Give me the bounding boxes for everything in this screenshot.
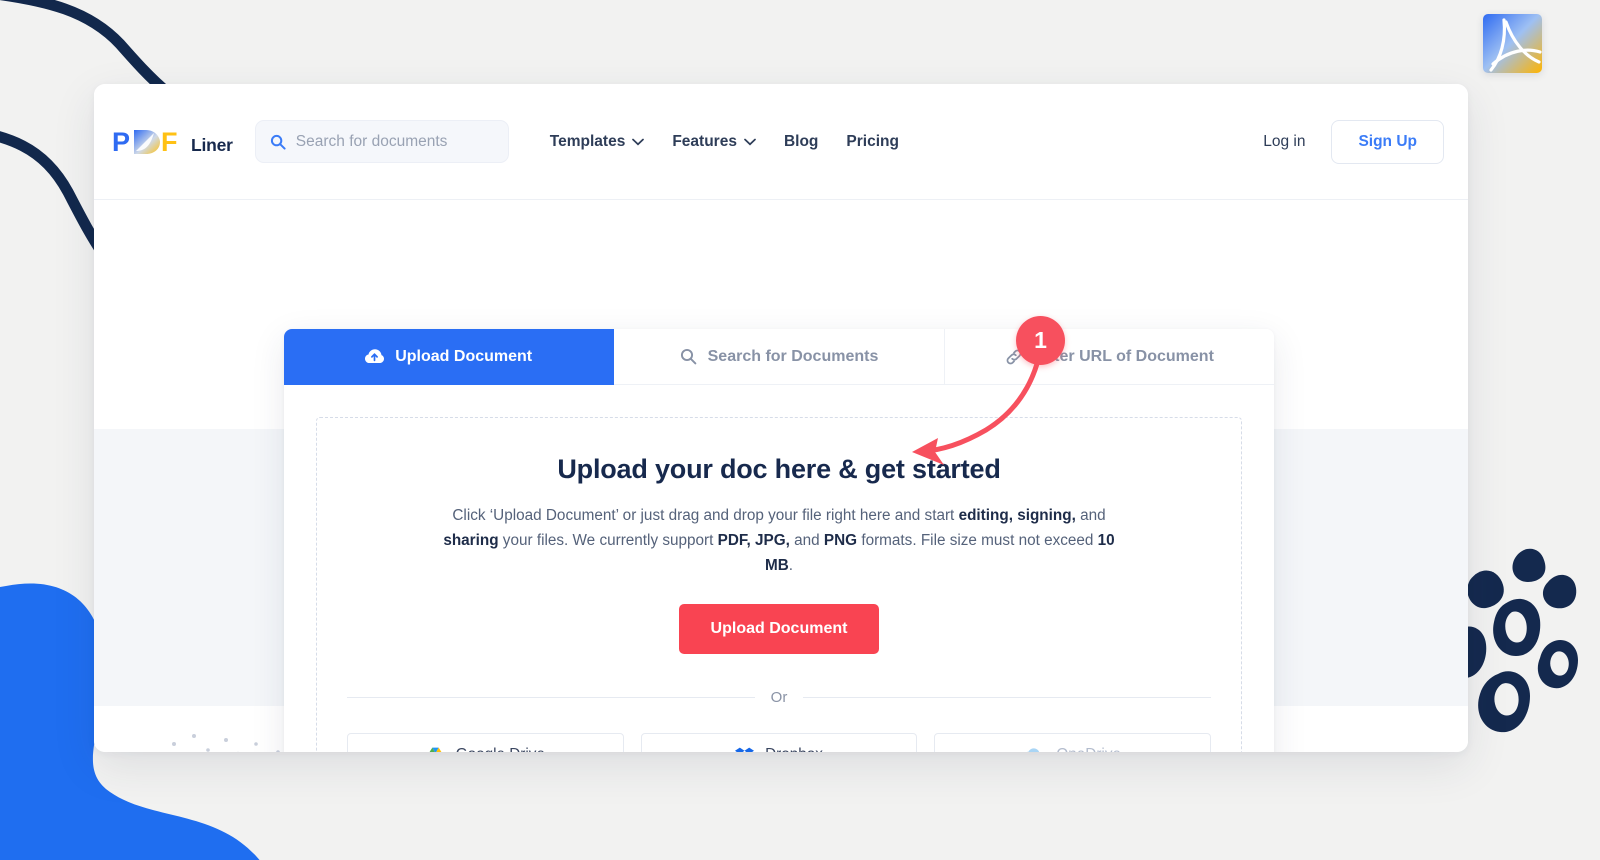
upload-document-button[interactable]: Upload Document bbox=[678, 604, 880, 654]
tab-label: Upload Document bbox=[395, 347, 533, 365]
pdfliner-logo[interactable]: P F Liner bbox=[112, 127, 233, 157]
tab-search-for-documents[interactable]: Search for Documents bbox=[614, 329, 945, 385]
desc-part: formats. File size must not exceed bbox=[857, 532, 1098, 549]
divider-line-left bbox=[347, 697, 755, 698]
search-box[interactable] bbox=[254, 120, 509, 163]
svg-text:F: F bbox=[161, 127, 178, 157]
chevron-down-icon bbox=[744, 138, 756, 145]
desc-part: and bbox=[789, 532, 824, 549]
nav-item-templates[interactable]: Templates bbox=[536, 127, 659, 157]
site-header: P F Liner Templates bbox=[94, 84, 1468, 200]
google-drive-icon bbox=[428, 747, 442, 752]
nav-item-label: Features bbox=[672, 132, 737, 150]
signup-button[interactable]: Sign Up bbox=[1331, 119, 1444, 164]
tab-enter-url-of-document[interactable]: Enter URL of Document bbox=[944, 329, 1274, 385]
cloud-label: Google Drive bbox=[456, 746, 545, 752]
login-link[interactable]: Log in bbox=[1247, 125, 1321, 159]
annotation-step-badge: 1 bbox=[1016, 316, 1065, 365]
desc-part: and bbox=[1075, 507, 1106, 524]
page-root: P F Liner Templates bbox=[0, 0, 1600, 860]
desc-part: Click ‘Upload Document’ or just drag and… bbox=[452, 507, 959, 524]
or-divider: Or bbox=[347, 689, 1212, 706]
dropzone-description: Click ‘Upload Document’ or just drag and… bbox=[429, 503, 1129, 578]
nav-item-blog[interactable]: Blog bbox=[770, 127, 832, 157]
desc-strong: editing, signing, bbox=[958, 507, 1076, 524]
upload-dropzone[interactable]: Upload your doc here & get started Click… bbox=[316, 417, 1242, 752]
main-nav: Templates Features Blog Pricing bbox=[536, 127, 913, 157]
modal-tabs: Upload Document Search for Documents Ent… bbox=[284, 329, 1274, 385]
pdfliner-logo-mark: P F bbox=[112, 127, 178, 157]
annotation-step-number: 1 bbox=[1034, 327, 1047, 353]
nav-item-pricing[interactable]: Pricing bbox=[832, 127, 913, 157]
onedrive-icon bbox=[1027, 748, 1040, 752]
tab-upload-document[interactable]: Upload Document bbox=[284, 329, 615, 385]
cloud-label: OneDrive bbox=[1056, 746, 1121, 752]
desc-part: your files. We currently support bbox=[498, 532, 718, 549]
nav-item-features[interactable]: Features bbox=[658, 127, 770, 157]
or-label: Or bbox=[770, 689, 788, 706]
desc-strong: sharing bbox=[443, 532, 499, 549]
cloud-label: Dropbox bbox=[765, 746, 823, 752]
dropzone-title: Upload your doc here & get started bbox=[557, 454, 1001, 484]
nav-item-label: Pricing bbox=[846, 132, 899, 150]
search-icon bbox=[270, 134, 286, 150]
upload-modal: Upload Document Search for Documents Ent… bbox=[284, 329, 1274, 752]
cloud-upload-icon bbox=[365, 349, 385, 363]
nav-item-label: Templates bbox=[549, 132, 626, 150]
pdfliner-app-icon bbox=[1483, 14, 1542, 73]
onedrive-button[interactable]: OneDrive bbox=[934, 733, 1212, 752]
nav-item-label: Blog bbox=[783, 132, 819, 150]
header-actions: Log in Sign Up bbox=[1247, 119, 1444, 164]
desc-strong: PDF, JPG, bbox=[717, 532, 790, 549]
desc-strong: PNG bbox=[823, 532, 858, 549]
svg-text:P: P bbox=[112, 127, 130, 157]
app-window: P F Liner Templates bbox=[94, 84, 1468, 752]
page-content: Upload Document Search for Documents Ent… bbox=[94, 200, 1468, 752]
logo-wordmark: Liner bbox=[191, 134, 233, 155]
google-drive-button[interactable]: Google Drive bbox=[347, 733, 624, 752]
dropbox-icon bbox=[735, 747, 755, 752]
tab-label: Search for Documents bbox=[707, 347, 879, 365]
desc-part: . bbox=[788, 557, 794, 574]
search-input[interactable] bbox=[295, 132, 486, 151]
chevron-down-icon bbox=[632, 138, 645, 145]
cloud-providers: Google Drive bbox=[347, 733, 1212, 752]
search-icon bbox=[680, 348, 696, 365]
divider-line-right bbox=[803, 697, 1212, 698]
dropbox-button[interactable]: Dropbox bbox=[640, 733, 918, 752]
